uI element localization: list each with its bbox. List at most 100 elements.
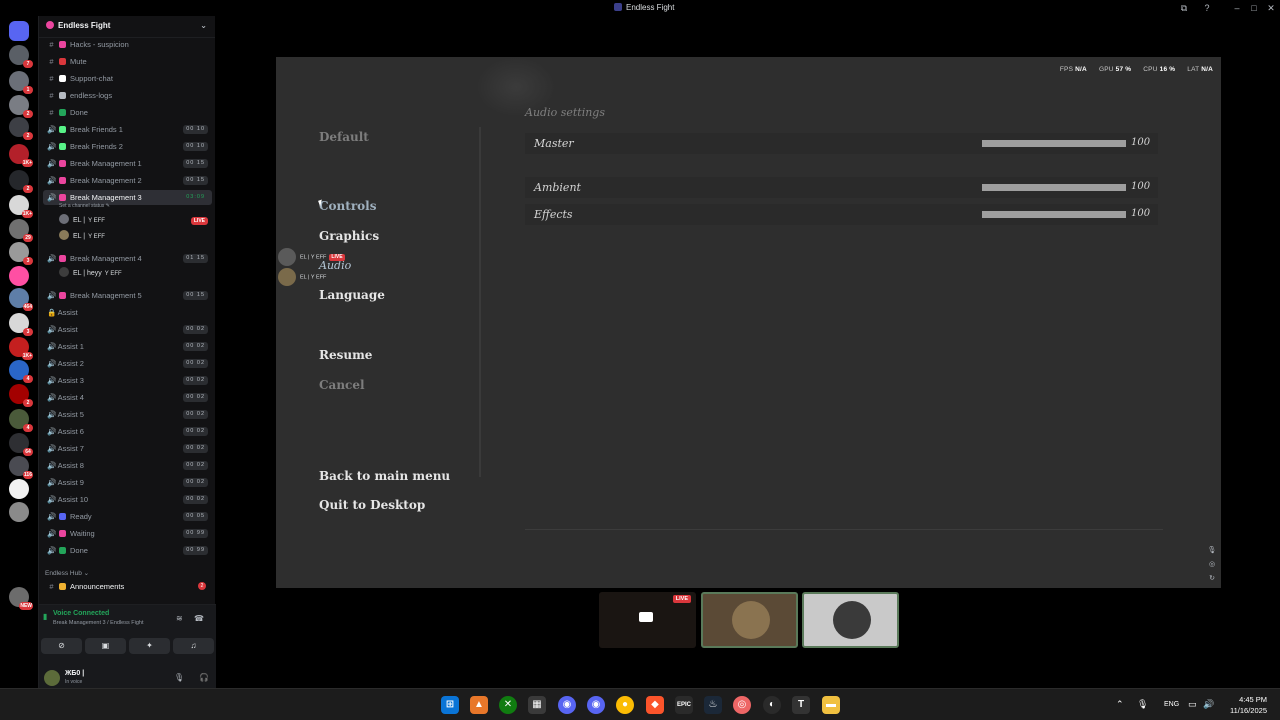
minimize-button[interactable]: – — [1230, 2, 1244, 14]
maximize-button[interactable]: □ — [1247, 2, 1261, 14]
server-icon[interactable]: 4 — [9, 360, 33, 383]
app-icon-t[interactable]: T — [792, 696, 810, 714]
channel-item[interactable]: 🔊 Assist 3 00 02 — [43, 373, 212, 388]
server-icon[interactable]: 2 — [9, 170, 33, 193]
channel-item[interactable]: 🔊 Break Management 1 00 15 — [43, 156, 212, 171]
discord-icon[interactable]: ◉ — [558, 696, 576, 714]
server-icon[interactable]: 1 — [9, 71, 33, 94]
app-icon-a[interactable]: ▲ — [470, 696, 488, 714]
server-icon[interactable]: 1K+ — [9, 337, 33, 360]
channel-status-hint[interactable]: Set a channel status ✎ — [59, 203, 110, 209]
channel-item[interactable]: # Done — [43, 105, 212, 120]
voice-connected-status[interactable]: Voice Connected — [53, 610, 109, 617]
channel-item[interactable]: 🔊 Assist 8 00 02 — [43, 458, 212, 473]
server-icon[interactable]: 2 — [9, 384, 33, 407]
channel-item[interactable]: 🔊 Break Management 4 01 15 — [43, 251, 212, 266]
file-explorer-icon[interactable]: ▬ — [822, 696, 840, 714]
tray-microphone-icon[interactable]: 🎙 — [1137, 699, 1148, 710]
channel-item[interactable]: # Support-chat — [43, 71, 212, 86]
camera-button[interactable]: ⊘ — [41, 638, 82, 654]
chrome-icon[interactable]: ● — [616, 696, 634, 714]
channel-item[interactable]: 🔊 Assist 00 02 — [43, 322, 212, 337]
video-tile[interactable] — [802, 592, 899, 648]
channel-item[interactable]: 🔊 Waiting 00 99 — [43, 526, 212, 541]
epic-games-icon[interactable]: EPIC — [675, 696, 693, 714]
server-icon[interactable] — [9, 266, 29, 286]
server-icon[interactable]: 64 — [9, 433, 33, 456]
channel-item[interactable]: 🔊 Assist 4 00 02 — [43, 390, 212, 405]
voice-user[interactable]: EL | heyy Y EFF — [59, 267, 122, 281]
discord-home-icon[interactable] — [9, 21, 29, 41]
brave-icon[interactable]: ◆ — [646, 696, 664, 714]
channel-item[interactable]: 🔊 Break Friends 1 00 10 — [43, 122, 212, 137]
channel-item[interactable]: 🔊 Break Management 5 00 15 — [43, 288, 212, 303]
language-indicator[interactable]: ENG — [1164, 701, 1179, 708]
channel-item[interactable]: 🔊 Break Friends 2 00 10 — [43, 139, 212, 154]
menu-resume[interactable]: Resume — [319, 348, 372, 362]
volume-slider[interactable] — [982, 184, 1126, 191]
voice-channel-name[interactable]: Break Management 3 / Endless Fight — [53, 620, 144, 626]
refresh-icon[interactable]: ↻ — [1207, 574, 1217, 584]
settings-icon[interactable]: ◎ — [1207, 560, 1217, 570]
clock[interactable]: 4:45 PM 11/16/2025 — [1230, 694, 1267, 716]
disconnect-icon[interactable]: ☎ — [194, 614, 204, 623]
noise-suppression-icon[interactable]: ≋ — [176, 614, 183, 623]
server-icon[interactable]: 464 — [9, 288, 33, 311]
voice-user[interactable]: EL | Y EFF — [59, 230, 105, 244]
server-icon[interactable]: 1K+ — [9, 144, 33, 167]
steam-icon[interactable]: ♨ — [704, 696, 722, 714]
discord-icon-2[interactable]: ◉ — [587, 696, 605, 714]
channel-item[interactable]: 🔊 Ready 00 05 — [43, 509, 212, 524]
server-icon[interactable]: NEW — [9, 587, 33, 610]
channel-item[interactable]: 🔊 Break Management 2 00 15 — [43, 173, 212, 188]
soundboard-button[interactable]: ♫ — [173, 638, 214, 654]
volume-icon[interactable]: 🔊 — [1203, 699, 1214, 710]
menu-controls[interactable]: Controls — [319, 199, 376, 213]
activity-button[interactable]: ✦ — [129, 638, 170, 654]
user-avatar[interactable] — [44, 670, 60, 686]
server-icon[interactable]: 1K+ — [9, 195, 33, 218]
stream-tile[interactable]: LIVE — [599, 592, 696, 648]
chevron-down-icon[interactable]: ⌄ — [200, 21, 207, 30]
server-icon[interactable]: 3 — [9, 242, 33, 265]
menu-default[interactable]: Default — [319, 130, 369, 144]
server-icon[interactable] — [9, 479, 29, 499]
network-icon[interactable]: ▭ — [1188, 699, 1197, 710]
volume-slider[interactable] — [982, 140, 1126, 147]
server-icon[interactable]: 7 — [9, 45, 33, 68]
channel-announcements[interactable]: # Announcements 2 — [43, 579, 212, 594]
menu-language[interactable]: Language — [319, 288, 385, 302]
audio-setting-row[interactable]: Ambient 100 — [525, 177, 1158, 198]
channel-item[interactable]: 🔊 Assist 6 00 02 — [43, 424, 212, 439]
xbox-icon[interactable]: ✕ — [499, 696, 517, 714]
obs-icon[interactable]: ◐ — [763, 696, 781, 714]
microphone-icon[interactable]: 🎙 — [174, 673, 184, 682]
headphones-icon[interactable]: 🎧 — [199, 673, 209, 682]
channel-item[interactable]: 🔊 Assist 9 00 02 — [43, 475, 212, 490]
server-icon[interactable]: 4 — [9, 409, 33, 432]
video-tile[interactable] — [701, 592, 798, 648]
channel-item[interactable]: # Hacks - suspicion — [43, 37, 212, 52]
server-icon[interactable]: 29 — [9, 219, 33, 242]
channel-item[interactable]: 🔊 Assist 2 00 02 — [43, 356, 212, 371]
signal-icon[interactable]: ▮ — [43, 613, 50, 621]
menu-graphics[interactable]: Graphics — [319, 229, 379, 243]
menu-back-to-main[interactable]: Back to main menu — [319, 469, 450, 483]
category-endless-hub[interactable]: Endless Hub ⌄ — [45, 569, 89, 577]
help-icon[interactable]: ? — [1200, 2, 1214, 14]
audio-setting-row[interactable]: Master 100 — [525, 133, 1158, 154]
menu-quit[interactable]: Quit to Desktop — [319, 498, 425, 512]
audio-setting-row[interactable]: Effects 100 — [525, 204, 1158, 225]
microphone-icon[interactable]: 🎙 — [1207, 546, 1217, 556]
channel-item[interactable]: # endless-logs — [43, 88, 212, 103]
channel-item[interactable]: 🔊 Assist 1 00 02 — [43, 339, 212, 354]
server-icon[interactable]: 2 — [9, 117, 33, 140]
close-button[interactable]: ✕ — [1264, 2, 1278, 14]
menu-cancel[interactable]: Cancel — [319, 378, 365, 392]
server-icon[interactable] — [9, 502, 29, 522]
channel-item[interactable]: # Mute — [43, 54, 212, 69]
server-icon[interactable]: 3 — [9, 313, 33, 336]
server-icon[interactable]: 116 — [9, 456, 33, 479]
volume-slider[interactable] — [982, 211, 1126, 218]
channel-item[interactable]: 🔊 Assist 7 00 02 — [43, 441, 212, 456]
